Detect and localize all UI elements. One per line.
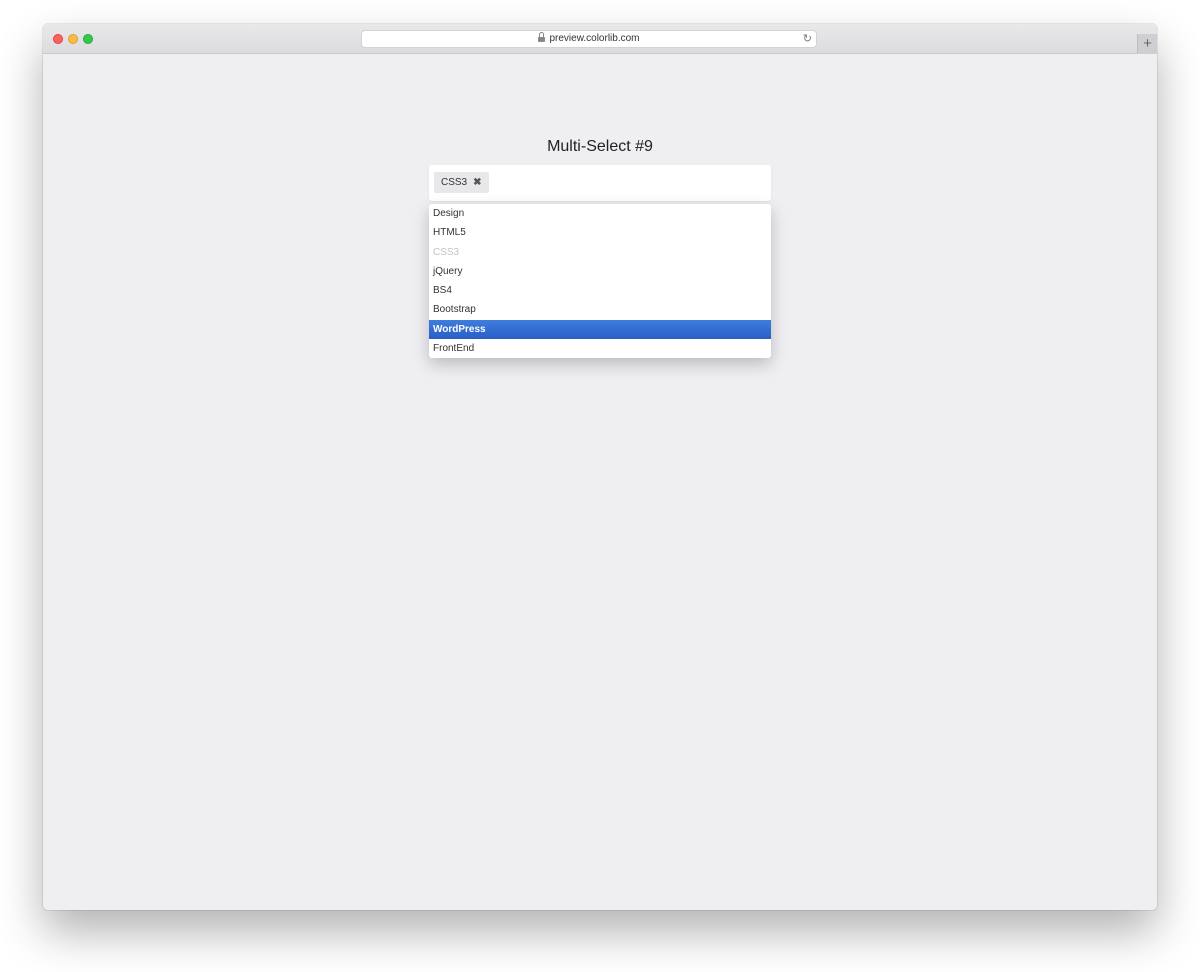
browser-titlebar: preview.colorlib.com ↻ + xyxy=(43,24,1157,54)
address-bar-url: preview.colorlib.com xyxy=(549,33,640,44)
remove-tag-icon[interactable]: ✖ xyxy=(473,172,481,193)
close-window-button[interactable] xyxy=(53,34,63,44)
reload-icon[interactable]: ↻ xyxy=(803,31,812,47)
option-html5[interactable]: HTML5 xyxy=(429,223,771,242)
option-bootstrap[interactable]: Bootstrap xyxy=(429,300,771,319)
option-css3: CSS3 xyxy=(433,246,460,258)
zoom-window-button[interactable] xyxy=(83,34,93,44)
option-frontend[interactable]: FrontEnd xyxy=(429,339,771,358)
lock-icon xyxy=(538,32,546,42)
address-bar[interactable]: preview.colorlib.com ↻ xyxy=(361,30,817,48)
multiselect-dropdown: Design HTML5 CSS3 jQuery BS4 Bootstrap W… xyxy=(429,204,771,358)
selected-tag-label: CSS3 xyxy=(441,177,468,188)
option-bs4[interactable]: BS4 xyxy=(429,281,771,300)
browser-window: preview.colorlib.com ↻ + Multi-Select #9… xyxy=(43,24,1157,910)
option-wordpress[interactable]: WordPress xyxy=(429,319,771,339)
selected-tag-css3: CSS3 ✖ xyxy=(434,172,489,193)
option-design[interactable]: Design xyxy=(429,204,771,223)
minimize-window-button[interactable] xyxy=(68,34,78,44)
option-jquery[interactable]: jQuery xyxy=(429,262,771,281)
multiselect-input[interactable]: CSS3 ✖ xyxy=(429,165,771,201)
new-tab-button[interactable]: + xyxy=(1137,34,1157,54)
page-title: Multi-Select #9 xyxy=(547,138,653,155)
